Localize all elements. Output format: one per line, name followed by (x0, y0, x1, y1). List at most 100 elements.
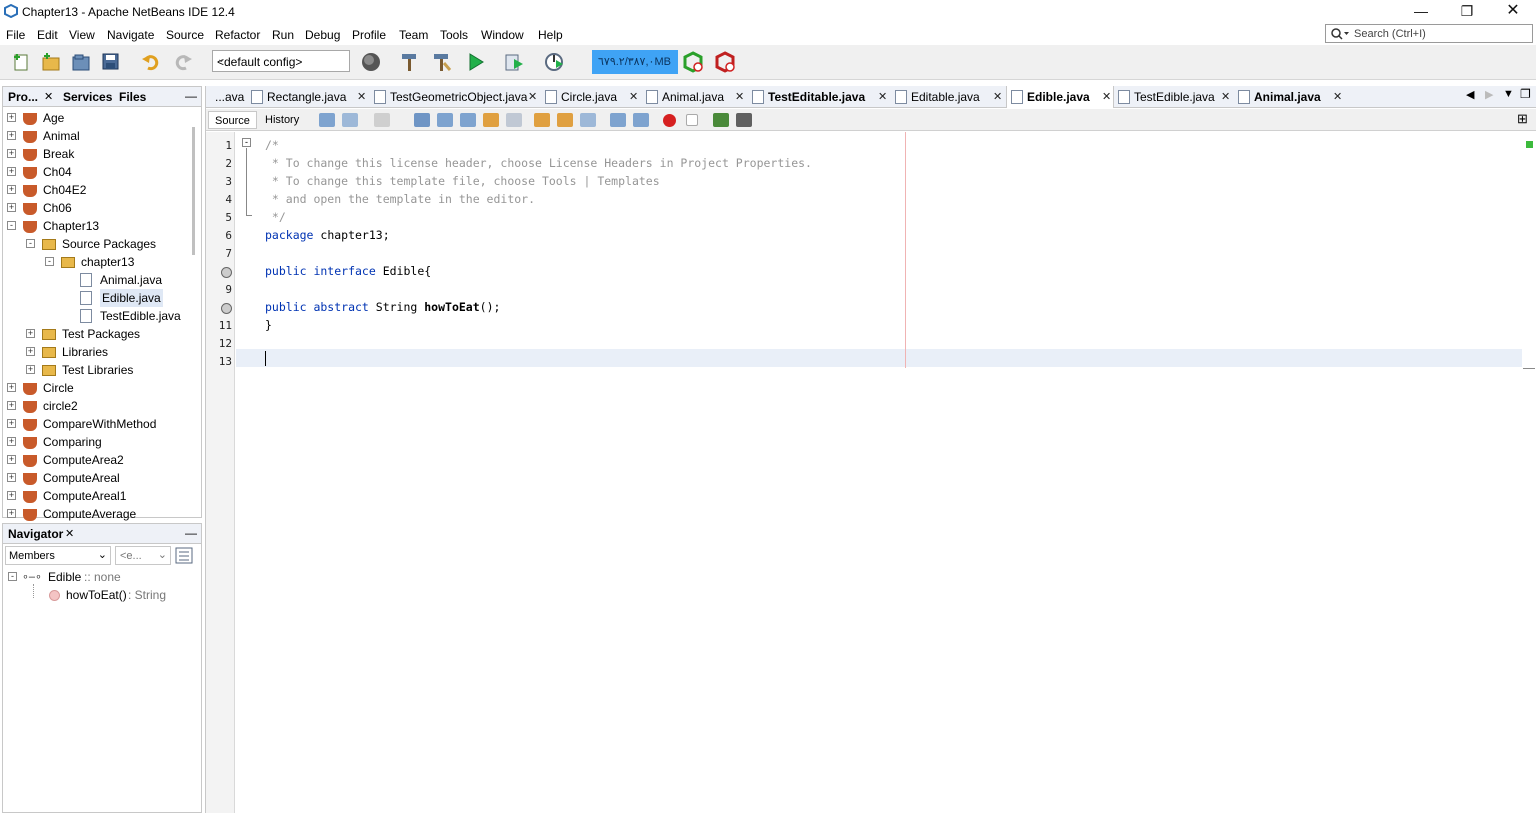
stop-macro-icon[interactable] (686, 114, 698, 126)
members-filter-dropdown[interactable]: Members ⌄ (5, 546, 111, 565)
tree-item[interactable]: + Break (3, 145, 191, 163)
find-next-icon[interactable] (460, 113, 476, 127)
tree-item[interactable]: + ComputeAreal1 (3, 487, 191, 505)
fold-icon[interactable]: - (242, 138, 251, 147)
comment-icon[interactable] (713, 113, 729, 127)
tree-item[interactable]: TestEdible.java (3, 307, 191, 325)
tab-list-icon[interactable]: ▼ (1503, 88, 1514, 100)
shift-left-icon[interactable] (610, 113, 626, 127)
expand-icon[interactable]: + (7, 509, 16, 518)
run-icon[interactable] (465, 51, 487, 73)
expand-icon[interactable]: + (7, 167, 16, 176)
expand-icon[interactable]: + (7, 419, 16, 428)
close-icon[interactable]: ✕ (44, 90, 53, 103)
tree-item[interactable]: Animal.java (3, 271, 191, 289)
config-dropdown[interactable]: <default config> ⌄ (212, 50, 350, 72)
expand-icon[interactable]: + (7, 491, 16, 500)
close-tab-icon[interactable]: ✕ (1221, 86, 1230, 108)
back-icon[interactable] (342, 113, 358, 127)
tree-item[interactable]: - Chapter13 (3, 217, 191, 235)
history-tab[interactable]: History (259, 111, 305, 129)
menu-view[interactable]: View (69, 28, 95, 42)
menu-tools[interactable]: Tools (440, 28, 468, 42)
next-bookmark-icon[interactable] (557, 113, 573, 127)
editor-tab[interactable]: ...ava (206, 86, 247, 108)
close-tab-icon[interactable]: ✕ (1333, 86, 1342, 108)
expand-icon[interactable]: + (7, 131, 16, 140)
navigator-root[interactable]: - ∘–∘ Edible :: none (8, 568, 198, 586)
editor-tab[interactable]: Edible.java ✕ (1006, 86, 1114, 108)
menu-team[interactable]: Team (399, 28, 428, 42)
toggle-rect-selection-icon[interactable] (506, 113, 522, 127)
profiler-snapshot-icon[interactable] (714, 51, 736, 73)
tree-item[interactable]: + ComputeAreal (3, 469, 191, 487)
minimize-panel-icon[interactable]: — (185, 526, 197, 540)
tab-files[interactable]: Files (119, 90, 146, 104)
find-previous-icon[interactable] (437, 113, 453, 127)
menu-profile[interactable]: Profile (352, 28, 386, 42)
toggle-highlight-icon[interactable] (483, 113, 499, 127)
close-tab-icon[interactable]: ✕ (629, 86, 638, 108)
tree-item[interactable]: + Test Packages (3, 325, 191, 343)
expand-icon[interactable]: + (7, 149, 16, 158)
tree-item[interactable]: + Circle (3, 379, 191, 397)
expand-icon[interactable]: + (26, 365, 35, 374)
menu-window[interactable]: Window (481, 28, 524, 42)
last-edit-icon[interactable] (319, 113, 335, 127)
redo-icon[interactable] (172, 51, 194, 73)
uncomment-icon[interactable] (736, 113, 752, 127)
scroll-left-icon[interactable]: ◀ (1466, 88, 1474, 101)
tree-scrollbar[interactable] (192, 127, 195, 255)
expand-icon[interactable]: + (26, 347, 35, 356)
tree-item[interactable]: Edible.java (3, 289, 191, 307)
expand-icon[interactable]: + (7, 455, 16, 464)
tree-item[interactable]: + circle2 (3, 397, 191, 415)
restore-button[interactable]: ❐ (1444, 0, 1490, 22)
new-file-icon[interactable] (10, 51, 32, 73)
expand-icon[interactable]: + (26, 329, 35, 338)
tab-services[interactable]: Services (63, 90, 112, 104)
tree-item[interactable]: + Animal (3, 127, 191, 145)
close-tab-icon[interactable]: ✕ (735, 86, 744, 108)
menu-edit[interactable]: Edit (37, 28, 58, 42)
collapse-icon[interactable]: - (26, 239, 35, 248)
collapse-icon[interactable]: - (8, 572, 17, 581)
menu-file[interactable]: File (6, 28, 25, 42)
close-button[interactable]: ✕ (1490, 0, 1536, 22)
expand-icon[interactable]: + (7, 437, 16, 446)
profile-icon[interactable] (543, 51, 565, 73)
tree-item[interactable]: - chapter13 (3, 253, 191, 271)
tree-item[interactable]: + Ch04 (3, 163, 191, 181)
scroll-right-icon[interactable]: ▶ (1485, 88, 1493, 101)
expand-icon[interactable]: + (7, 185, 16, 194)
tree-item[interactable]: + Age (3, 109, 191, 127)
hierarchy-icon[interactable] (175, 547, 193, 564)
close-tab-icon[interactable]: ✕ (878, 86, 887, 108)
tree-item[interactable]: + Comparing (3, 433, 191, 451)
gc-icon[interactable] (682, 51, 704, 73)
menu-navigate[interactable]: Navigate (107, 28, 154, 42)
editor-tab[interactable]: TestGeometricObject.java ✕ (370, 86, 541, 108)
forward-icon[interactable] (374, 113, 390, 127)
split-editor-icon[interactable]: ⊞ (1517, 111, 1528, 127)
expand-icon[interactable]: + (7, 203, 16, 212)
editor-tab[interactable]: Rectangle.java ✕ (247, 86, 370, 108)
minimize-panel-icon[interactable]: — (185, 89, 197, 103)
menu-debug[interactable]: Debug (305, 28, 340, 42)
debug-icon[interactable] (503, 51, 525, 73)
clean-build-icon[interactable] (430, 51, 452, 73)
undo-icon[interactable] (140, 51, 162, 73)
minimize-button[interactable]: — (1398, 0, 1444, 22)
previous-bookmark-icon[interactable] (534, 113, 550, 127)
menu-refactor[interactable]: Refactor (215, 28, 260, 42)
maximize-icon[interactable]: ❐ (1520, 87, 1531, 101)
editor-tab[interactable]: Animal.java ✕ (1234, 86, 1346, 108)
expand-icon[interactable]: + (7, 473, 16, 482)
close-tab-icon[interactable]: ✕ (993, 86, 1002, 108)
tree-item[interactable]: + Test Libraries (3, 361, 191, 379)
scope-filter-dropdown[interactable]: <e... ⌄ (115, 546, 171, 565)
collapse-icon[interactable]: - (45, 257, 54, 266)
editor-tab[interactable]: Animal.java ✕ (642, 86, 748, 108)
toggle-bookmark-icon[interactable] (580, 113, 596, 127)
memory-usage-bar[interactable]: ٦٧٩.٢/٣٨٧,٠MB (592, 50, 678, 74)
